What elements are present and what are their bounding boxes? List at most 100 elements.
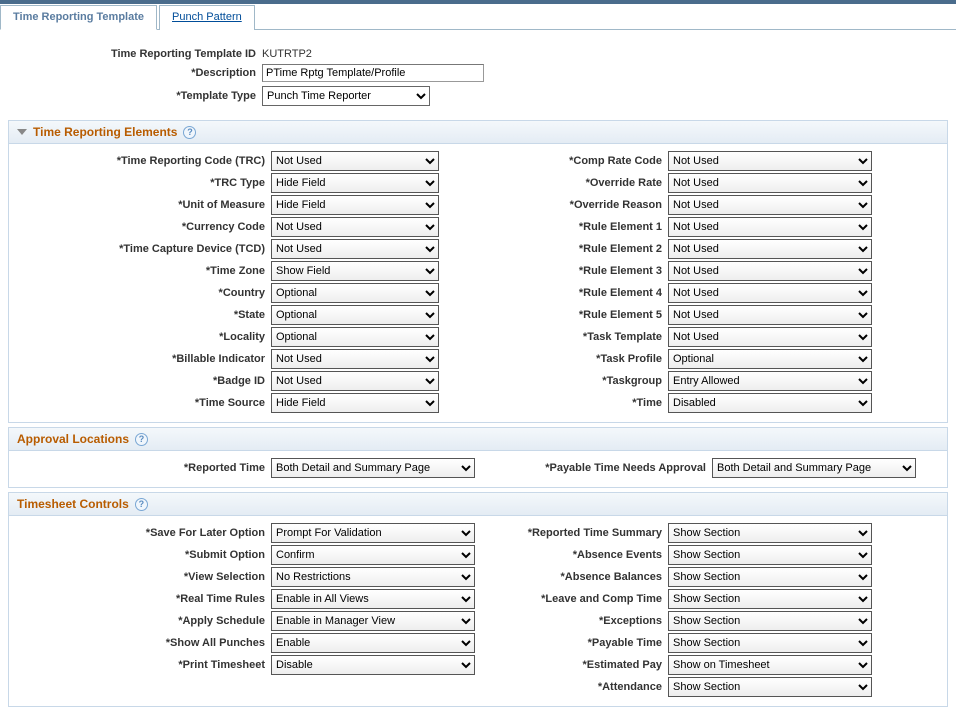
field-row: *TaskgroupEntry Allowed — [478, 370, 943, 392]
field-label: *Reported Time — [13, 462, 271, 474]
field-row: *Estimated PayShow on Timesheet — [478, 654, 943, 676]
field-select[interactable]: Optional — [271, 305, 439, 325]
field-label: *Print Timesheet — [13, 659, 271, 671]
field-select[interactable]: Both Detail and Summary Page — [271, 458, 475, 478]
field-select[interactable]: Hide Field — [271, 173, 439, 193]
field-select[interactable]: Show Field — [271, 261, 439, 281]
field-label: *Locality — [13, 331, 271, 343]
field-select[interactable]: Show Section — [668, 523, 872, 543]
field-select[interactable]: Not Used — [271, 217, 439, 237]
field-select[interactable]: Not Used — [668, 239, 872, 259]
tab-time-reporting-template[interactable]: Time Reporting Template — [0, 5, 157, 30]
field-row: *TimeDisabled — [478, 392, 943, 414]
field-select[interactable]: No Restrictions — [271, 567, 475, 587]
field-select[interactable]: Not Used — [668, 217, 872, 237]
field-select[interactable]: Disabled — [668, 393, 872, 413]
section-header-approval[interactable]: Approval Locations ? — [9, 428, 947, 451]
field-select[interactable]: Not Used — [271, 151, 439, 171]
field-row: *TRC TypeHide Field — [13, 172, 478, 194]
column-right: *Payable Time Needs ApprovalBoth Detail … — [478, 457, 943, 479]
tab-strip: Time Reporting Template Punch Pattern — [0, 4, 956, 30]
field-label: *Leave and Comp Time — [478, 593, 668, 605]
field-select[interactable]: Show Section — [668, 589, 872, 609]
field-select[interactable]: Prompt For Validation — [271, 523, 475, 543]
field-select[interactable]: Show Section — [668, 567, 872, 587]
field-row: *ExceptionsShow Section — [478, 610, 943, 632]
field-select[interactable]: Optional — [668, 349, 872, 369]
field-label: *Rule Element 2 — [478, 243, 668, 255]
field-select[interactable]: Hide Field — [271, 393, 439, 413]
field-row: *Print TimesheetDisable — [13, 654, 478, 676]
field-label: *Rule Element 1 — [478, 221, 668, 233]
field-select[interactable]: Show Section — [668, 677, 872, 697]
field-label: *Currency Code — [13, 221, 271, 233]
field-label: *Rule Element 3 — [478, 265, 668, 277]
field-label: *Payable Time Needs Approval — [478, 462, 712, 474]
column-right: *Reported Time SummaryShow Section*Absen… — [478, 522, 943, 698]
field-row: *Unit of MeasureHide Field — [13, 194, 478, 216]
column-left: *Save For Later OptionPrompt For Validat… — [13, 522, 478, 698]
section-body-timesheet: *Save For Later OptionPrompt For Validat… — [9, 516, 947, 706]
page-container: Time Reporting Template Punch Pattern Ti… — [0, 0, 956, 707]
field-row: *Absence EventsShow Section — [478, 544, 943, 566]
field-select[interactable]: Hide Field — [271, 195, 439, 215]
field-select[interactable]: Entry Allowed — [668, 371, 872, 391]
section-time-reporting-elements: Time Reporting Elements ? *Time Reportin… — [8, 120, 948, 423]
column-left: *Reported TimeBoth Detail and Summary Pa… — [13, 457, 478, 479]
section-body-tre: *Time Reporting Code (TRC)Not Used*TRC T… — [9, 144, 947, 422]
section-approval-locations: Approval Locations ? *Reported TimeBoth … — [8, 427, 948, 488]
tab-punch-pattern[interactable]: Punch Pattern — [159, 5, 255, 30]
field-select[interactable]: Show on Timesheet — [668, 655, 872, 675]
field-select[interactable]: Both Detail and Summary Page — [712, 458, 916, 478]
field-select[interactable]: Not Used — [668, 327, 872, 347]
field-select[interactable]: Optional — [271, 327, 439, 347]
section-header-timesheet[interactable]: Timesheet Controls ? — [9, 493, 947, 516]
field-row: *StateOptional — [13, 304, 478, 326]
field-select[interactable]: Not Used — [271, 239, 439, 259]
field-row: *Comp Rate CodeNot Used — [478, 150, 943, 172]
field-select[interactable]: Not Used — [271, 371, 439, 391]
help-icon[interactable]: ? — [183, 126, 196, 139]
field-select[interactable]: Not Used — [271, 349, 439, 369]
field-label: *Rule Element 5 — [478, 309, 668, 321]
field-row: *CountryOptional — [13, 282, 478, 304]
field-label: *Unit of Measure — [13, 199, 271, 211]
field-select[interactable]: Enable — [271, 633, 475, 653]
field-label: *State — [13, 309, 271, 321]
field-select[interactable]: Not Used — [668, 283, 872, 303]
field-select[interactable]: Show Section — [668, 633, 872, 653]
field-select[interactable]: Not Used — [668, 305, 872, 325]
field-select[interactable]: Show Section — [668, 545, 872, 565]
section-header-tre[interactable]: Time Reporting Elements ? — [9, 121, 947, 144]
field-label: *Time Zone — [13, 265, 271, 277]
field-select[interactable]: Optional — [271, 283, 439, 303]
field-row: *Badge IDNot Used — [13, 370, 478, 392]
help-icon[interactable]: ? — [135, 498, 148, 511]
field-select[interactable]: Show Section — [668, 611, 872, 631]
field-select[interactable]: Not Used — [668, 151, 872, 171]
field-row: *Task TemplateNot Used — [478, 326, 943, 348]
field-select[interactable]: Disable — [271, 655, 475, 675]
field-label: *Attendance — [478, 681, 668, 693]
field-row: *Rule Element 4Not Used — [478, 282, 943, 304]
field-select[interactable]: Enable in All Views — [271, 589, 475, 609]
field-label: *Task Template — [478, 331, 668, 343]
field-select[interactable]: Not Used — [668, 173, 872, 193]
field-label: *Payable Time — [478, 637, 668, 649]
field-row: *Time Capture Device (TCD)Not Used — [13, 238, 478, 260]
description-label: *Description — [0, 67, 262, 79]
description-input[interactable] — [262, 64, 484, 82]
field-row: *Currency CodeNot Used — [13, 216, 478, 238]
template-type-select[interactable]: Punch Time Reporter — [262, 86, 430, 106]
field-label: *Reported Time Summary — [478, 527, 668, 539]
field-row: *Task ProfileOptional — [478, 348, 943, 370]
template-id-value: KUTRTP2 — [262, 48, 312, 60]
field-select[interactable]: Not Used — [668, 195, 872, 215]
field-row: *Billable IndicatorNot Used — [13, 348, 478, 370]
help-icon[interactable]: ? — [135, 433, 148, 446]
field-select[interactable]: Confirm — [271, 545, 475, 565]
field-select[interactable]: Not Used — [668, 261, 872, 281]
field-select[interactable]: Enable in Manager View — [271, 611, 475, 631]
field-row: *Override ReasonNot Used — [478, 194, 943, 216]
chevron-down-icon — [17, 129, 27, 135]
